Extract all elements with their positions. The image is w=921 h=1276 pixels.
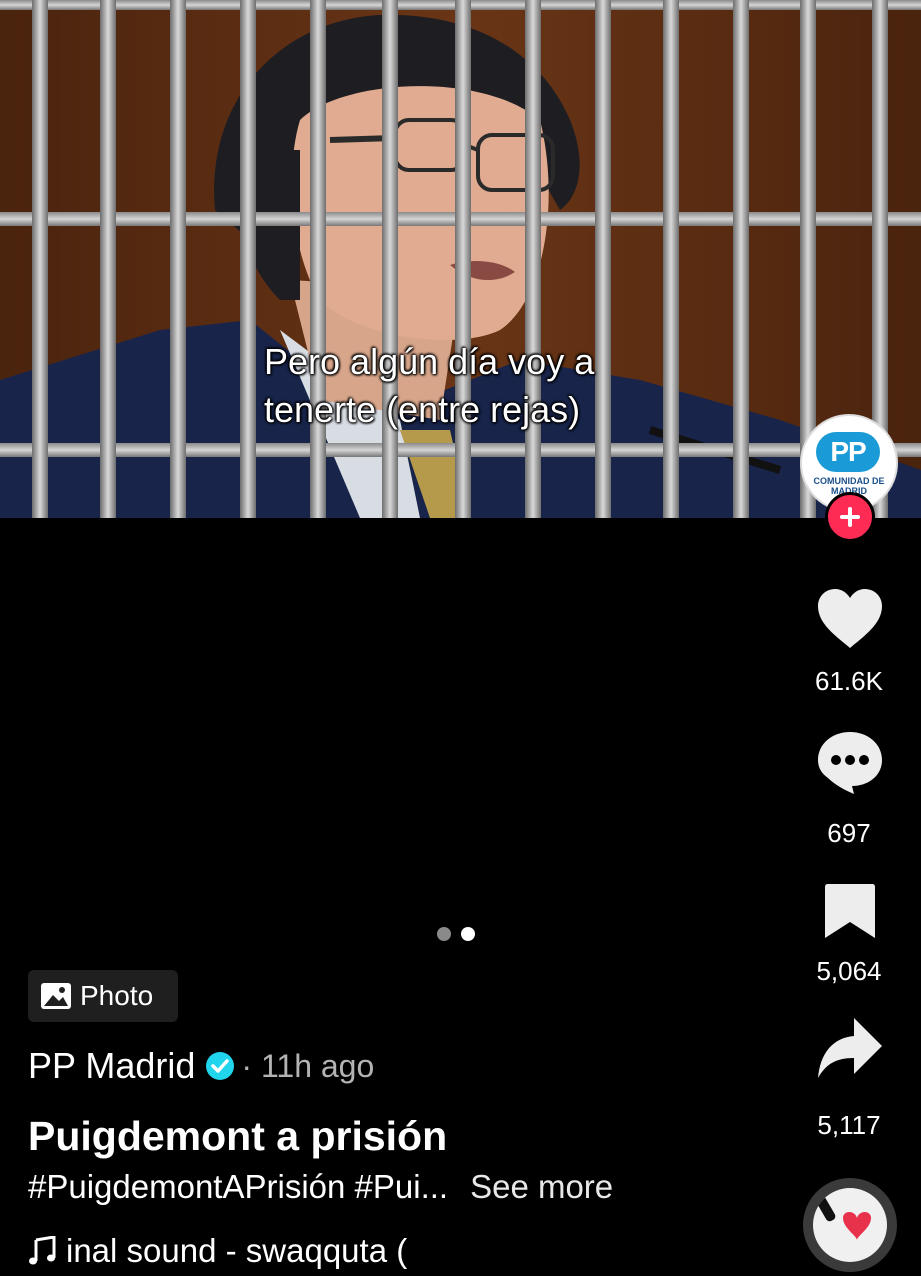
caption-line-2: tenerte (entre rejas)	[264, 389, 581, 430]
like-count: 61.6K	[815, 666, 883, 696]
bookmark-icon	[825, 884, 875, 938]
photo-badge-label: Photo	[80, 980, 154, 1011]
sound-cover-icon	[813, 1188, 887, 1262]
hashtags-row: #PuigdemontAPrisión #Pui... See more	[28, 1168, 613, 1206]
music-note-icon	[29, 1236, 56, 1265]
like-button[interactable]	[816, 588, 884, 655]
share-count: 5,117	[817, 1110, 881, 1140]
post-title: Puigdemont a prisión	[28, 1113, 448, 1159]
author-row: PP Madrid · 11h ago	[28, 1045, 374, 1087]
save-button[interactable]	[824, 882, 876, 945]
heart-icon	[818, 589, 882, 648]
share-arrow-icon	[818, 1018, 882, 1078]
save-count: 5,064	[816, 956, 882, 986]
post-image[interactable]: Pero algún día voy a tenerte (entre reja…	[0, 0, 921, 518]
plus-icon	[840, 507, 860, 527]
sound-name: inal sound - swaqquta (	[66, 1232, 408, 1269]
follow-button[interactable]	[825, 492, 875, 542]
sound-disc[interactable]	[803, 1178, 897, 1272]
post-time: · 11h ago	[241, 1047, 375, 1084]
photo-badge: Photo	[28, 970, 178, 1022]
verified-badge-icon	[206, 1052, 235, 1080]
post-image-illustration	[0, 0, 921, 518]
share-button[interactable]	[816, 1016, 884, 1085]
carousel-indicator	[437, 927, 485, 946]
pp-logo: PP	[816, 432, 880, 472]
carousel-dot[interactable]	[437, 927, 451, 941]
image-caption: Pero algún día voy a tenerte (entre reja…	[264, 338, 594, 434]
comment-bubble-icon	[818, 732, 882, 794]
author-name[interactable]: PP Madrid	[28, 1045, 195, 1087]
photo-icon	[41, 983, 71, 1009]
comment-button[interactable]	[816, 730, 884, 801]
comment-count: 697	[827, 818, 871, 848]
caption-line-1: Pero algún día voy a	[264, 341, 595, 382]
sound-row[interactable]: inal sound - swaqquta (	[28, 1232, 407, 1270]
carousel-dot-active[interactable]	[461, 927, 475, 941]
hashtags[interactable]: #PuigdemontAPrisión #Pui...	[28, 1168, 448, 1205]
see-more-link[interactable]: See more	[470, 1168, 613, 1205]
